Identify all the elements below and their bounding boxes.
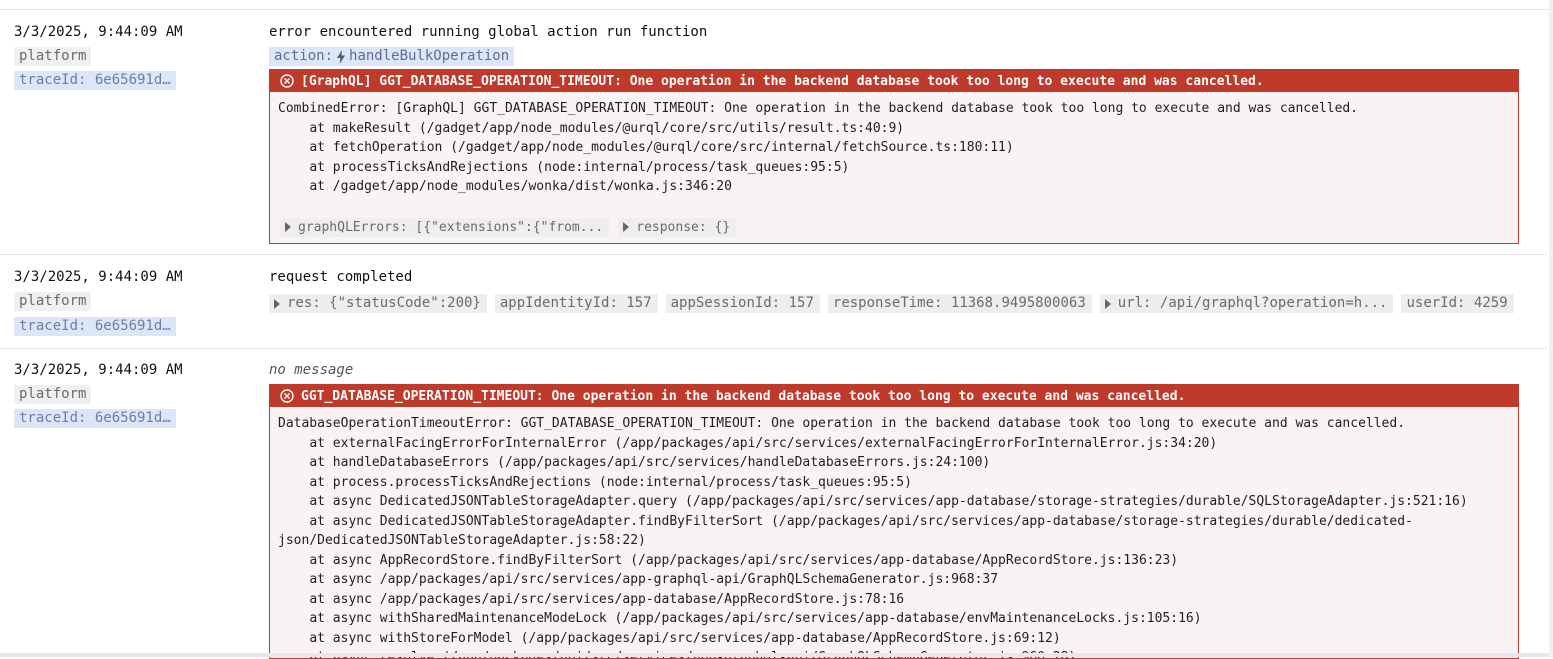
log-message: error encountered running global action … <box>269 24 708 40</box>
url-attribute[interactable]: url: /api/graphql?operation=h... <box>1099 294 1394 313</box>
source-badge[interactable]: platform <box>14 385 92 404</box>
log-message: no message <box>269 362 354 378</box>
circle-x-icon <box>280 389 294 403</box>
attribute-text: appSessionId: 157 <box>670 295 814 311</box>
error-title: [GraphQL] GGT_DATABASE_OPERATION_TIMEOUT… <box>301 73 1264 89</box>
triangle-right-icon <box>285 222 291 232</box>
stack-line: at async DedicatedJSONTableStorageAdapte… <box>278 494 1468 509</box>
detail-text: graphQLErrors: [{"extensions":{"from... <box>298 219 604 235</box>
detail-text: response: {} <box>636 219 731 235</box>
log-entry[interactable]: 3/3/2025, 9:44:09 AM platform traceId: 6… <box>0 349 1547 659</box>
error-header: GGT_DATABASE_OPERATION_TIMEOUT: One oper… <box>270 385 1518 407</box>
stack-line: at async AppRecordStore.findByFilterSort… <box>278 552 1179 568</box>
error-header: [GraphQL] GGT_DATABASE_OPERATION_TIMEOUT… <box>270 70 1518 92</box>
attribute-text: url: /api/graphql?operation=h... <box>1117 295 1388 311</box>
attribute-text: responseTime: 11368.9495800063 <box>832 295 1086 311</box>
stack-line: at processTicksAndRejections (node:inter… <box>278 159 850 175</box>
attribute-row: res: {"statusCode":200} appIdentityId: 1… <box>269 294 1514 313</box>
triangle-right-icon <box>274 298 280 309</box>
error-panel: [GraphQL] GGT_DATABASE_OPERATION_TIMEOUT… <box>269 69 1519 244</box>
app-identity-attribute[interactable]: appIdentityId: 157 <box>494 294 658 313</box>
res-attribute[interactable]: res: {"statusCode":200} <box>269 294 487 313</box>
stack-trace: CombinedError: [GraphQL] GGT_DATABASE_OP… <box>270 92 1518 197</box>
triangle-right-icon <box>623 222 630 232</box>
action-chip[interactable]: action: handleBulkOperation <box>269 47 515 66</box>
stack-line: at makeResult (/gadget/app/node_modules/… <box>278 120 905 136</box>
lightning-bolt-icon <box>337 49 346 64</box>
stack-line: at handleDatabaseErrors (/app/packages/a… <box>278 455 991 470</box>
stack-trace: DatabaseOperationTimeoutError: GGT_DATAB… <box>270 407 1518 658</box>
stack-line: at /gadget/app/node_modules/wonka/dist/w… <box>278 179 732 194</box>
error-panel: GGT_DATABASE_OPERATION_TIMEOUT: One oper… <box>269 384 1519 659</box>
log-message: request completed <box>269 269 413 285</box>
attribute-text: res: {"statusCode":200} <box>287 295 481 311</box>
scrollbar[interactable] <box>1549 0 1553 657</box>
triangle-right-icon <box>1104 298 1111 309</box>
log-timestamp: 3/3/2025, 9:44:09 AM <box>14 362 183 378</box>
top-divider <box>0 0 1553 10</box>
graphql-errors-toggle[interactable]: graphQLErrors: [{"extensions":{"from... <box>280 217 610 237</box>
trace-id-chip[interactable]: traceId: 6e65691d… <box>14 71 176 90</box>
stack-line: at process.processTicksAndRejections (no… <box>278 474 912 490</box>
trace-id-chip[interactable]: traceId: 6e65691d… <box>14 317 176 336</box>
circle-x-icon <box>280 74 294 88</box>
action-name: handleBulkOperation <box>349 48 510 64</box>
log-entry[interactable]: 3/3/2025, 9:44:09 AM platform traceId: 6… <box>0 10 1547 255</box>
stack-line: at async withSharedMaintenanceModeLock (… <box>278 611 1202 626</box>
attribute-text: userId: 4259 <box>1406 295 1508 311</box>
stack-line: at async withStoreForModel (/app/package… <box>278 630 1061 646</box>
source-badge[interactable]: platform <box>14 47 92 66</box>
stack-line: at async /app/packages/api/src/services/… <box>278 591 905 607</box>
error-title: GGT_DATABASE_OPERATION_TIMEOUT: One oper… <box>301 388 1186 404</box>
log-entry[interactable]: 3/3/2025, 9:44:09 AM platform traceId: 6… <box>0 255 1547 349</box>
log-timestamp: 3/3/2025, 9:44:09 AM <box>14 269 183 285</box>
app-session-attribute[interactable]: appSessionId: 157 <box>665 294 820 313</box>
stack-line: at externalFacingErrorForInternalError (… <box>278 435 1218 451</box>
source-badge[interactable]: platform <box>14 292 92 311</box>
trace-id-chip[interactable]: traceId: 6e65691d… <box>14 409 176 428</box>
stack-line: at async DedicatedJSONTableStorageAdapte… <box>278 513 1413 529</box>
stack-line: json/DedicatedJSONTableStorageAdapter.js… <box>278 533 646 548</box>
stack-line: at async /app/packages/api/src/services/… <box>278 572 999 587</box>
stack-line: CombinedError: [GraphQL] GGT_DATABASE_OP… <box>278 101 1359 116</box>
stack-line: DatabaseOperationTimeoutError: GGT_DATAB… <box>278 416 1406 431</box>
response-time-attribute[interactable]: responseTime: 11368.9495800063 <box>827 294 1092 313</box>
user-id-attribute[interactable]: userId: 4259 <box>1401 294 1514 313</box>
log-timestamp: 3/3/2025, 9:44:09 AM <box>14 24 183 40</box>
error-details-row: graphQLErrors: [{"extensions":{"from... … <box>270 217 1518 237</box>
stack-line: at fetchOperation (/gadget/app/node_modu… <box>278 140 1014 155</box>
response-toggle[interactable]: response: {} <box>618 217 737 237</box>
attribute-text: appIdentityId: 157 <box>499 295 652 311</box>
action-label: action: <box>274 48 334 64</box>
bottom-edge <box>0 653 1553 657</box>
